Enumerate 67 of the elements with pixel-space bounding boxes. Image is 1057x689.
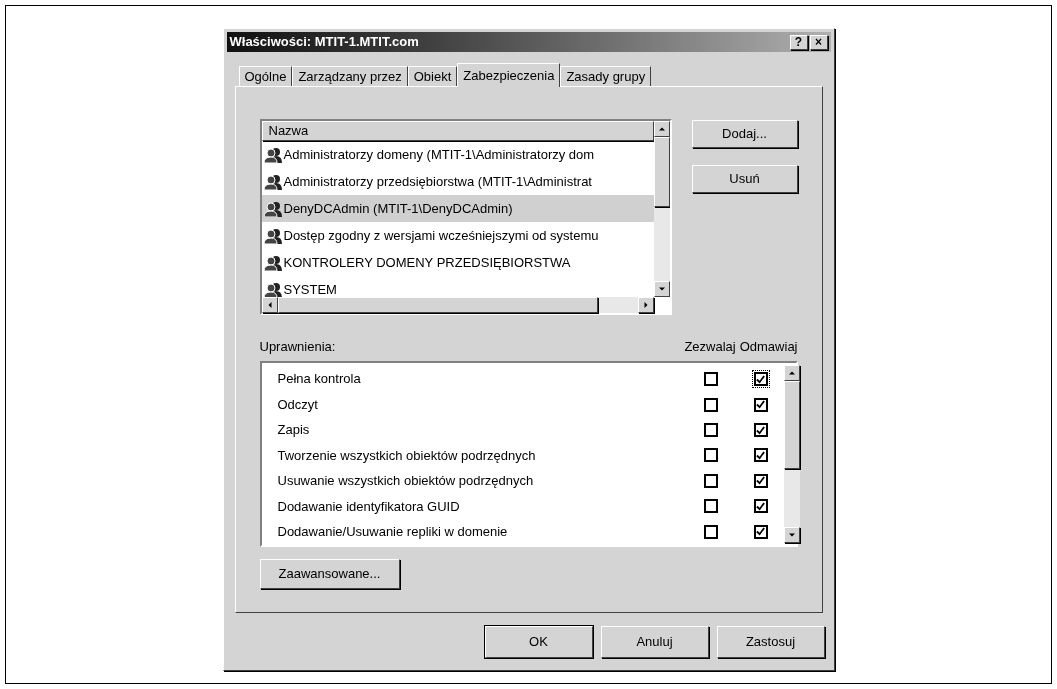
dialog-button[interactable]: OK [484, 626, 593, 658]
window-title: Właściwości: MTIT-1.MTIT.com [229, 33, 419, 52]
column-label: Zezwalaj [684, 338, 736, 356]
checkbox[interactable] [753, 524, 768, 539]
right-arrow-icon [642, 301, 649, 309]
user-group-icon [263, 254, 282, 271]
permission-name: Tworzenie wszystkich obiektów podrzędnych [276, 446, 537, 465]
column-header[interactable]: Nazwa [261, 121, 654, 141]
scroll-thumb[interactable] [277, 297, 598, 313]
down-arrow-icon [657, 286, 666, 292]
list-item[interactable]: Dostęp zgodny z wersjami wcześniejszymi od systemu [261, 222, 654, 249]
tab[interactable]: Zasady grupy [560, 66, 652, 86]
checkbox[interactable] [703, 397, 718, 412]
scroll-down-button[interactable] [653, 281, 670, 297]
scroll-right-button[interactable] [637, 297, 654, 313]
user-group-icon [263, 281, 282, 297]
permission-name: Dodawanie identyfikatora GUID [276, 497, 461, 516]
checkbox[interactable] [703, 448, 718, 463]
add-button[interactable]: Dodaj... [691, 120, 798, 148]
checkbox[interactable] [753, 423, 768, 438]
down-arrow-icon [787, 531, 796, 538]
user-group-icon [263, 227, 282, 244]
list-item[interactable]: SYSTEM [261, 276, 654, 297]
list-item[interactable]: Administratorzy domeny (MTIT-1\Administratorzy dom [261, 141, 654, 168]
permissions-label: Uprawnienia: [259, 338, 336, 356]
checkbox[interactable] [703, 524, 718, 539]
tab[interactable]: Zabezpieczenia [457, 63, 561, 87]
close-button[interactable]: × [809, 34, 828, 50]
scroll-up-button[interactable] [783, 364, 800, 381]
up-arrow-icon [787, 369, 796, 376]
checkbox[interactable] [753, 397, 768, 412]
user-group-icon [263, 173, 282, 190]
user-group-icon [263, 146, 282, 163]
user-group-icon [263, 200, 282, 217]
scroll-thumb[interactable] [783, 380, 800, 469]
column-label: Odmawiaj [739, 338, 798, 356]
scrollbar[interactable] [653, 121, 670, 297]
permission-name: Usuwanie wszystkich obiektów podrzędnych [276, 472, 535, 491]
permission-name: Zapis [276, 421, 311, 440]
tab[interactable]: Ogólne [238, 66, 293, 86]
checkbox[interactable] [703, 473, 718, 488]
checkbox[interactable] [703, 372, 718, 387]
scrollbar[interactable] [783, 364, 800, 543]
remove-button[interactable]: Usuń [691, 165, 798, 193]
permission-name: Pełna kontrola [276, 370, 362, 389]
dialog-button[interactable]: Zastosuj [716, 626, 825, 658]
tab[interactable]: Obiekt [407, 66, 458, 86]
horizontal-scrollbar[interactable] [261, 297, 654, 313]
checkbox[interactable] [703, 499, 718, 514]
dialog-button[interactable]: Anuluj [600, 626, 709, 658]
tab[interactable]: Zarządzany przez [292, 66, 408, 86]
list-item[interactable]: DenyDCAdmin (MTIT-1\DenyDCAdmin) [261, 195, 654, 222]
scroll-left-button[interactable] [261, 297, 278, 313]
up-arrow-icon [657, 126, 666, 132]
permission-name: Dodawanie/Usuwanie repliki w domenie [276, 523, 509, 541]
list-item[interactable]: Administratorzy przedsiębiorstwa (MTIT-1\Administrat [261, 168, 654, 195]
help-button[interactable]: ? [789, 34, 808, 50]
scroll-thumb[interactable] [653, 137, 670, 207]
checkbox[interactable] [703, 423, 718, 438]
checkbox[interactable] [753, 499, 768, 514]
scroll-down-button[interactable] [783, 526, 800, 543]
checkbox[interactable] [753, 473, 768, 488]
list-item[interactable]: KONTROLERY DOMENY PRZEDSIĘBIORSTWA [261, 249, 654, 276]
left-arrow-icon [266, 301, 273, 309]
advanced-button[interactable]: Zaawansowane... [259, 558, 400, 589]
checkbox[interactable] [753, 448, 768, 463]
permission-name: Odczyt [276, 395, 319, 414]
